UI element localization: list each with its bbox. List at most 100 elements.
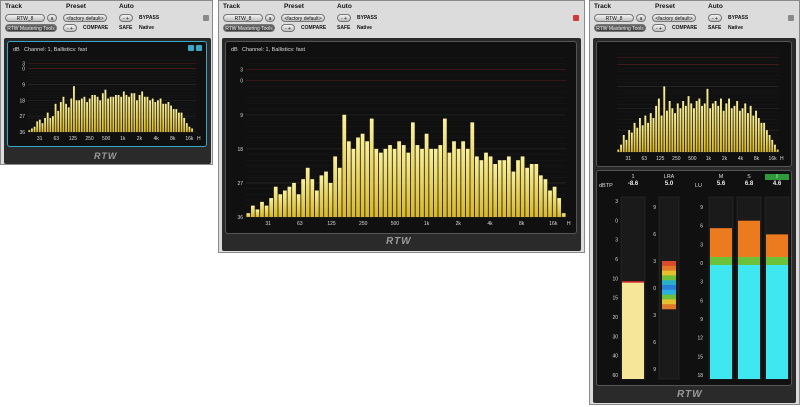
spectrum-bar: [314, 190, 319, 217]
plugin-body: 3 0 9 18 27 36 31 63 125 250 500 1k 2k 4k 8k 16k HdB Chan…: [4, 38, 211, 164]
track-label: Track: [594, 3, 611, 10]
spectrum-bar: [273, 186, 278, 217]
spectrum-bar: [525, 167, 530, 217]
x-tick-label: 250: [85, 136, 94, 142]
lra-range-segment: [662, 289, 676, 295]
peak-scale-label: 3: [615, 199, 618, 205]
spectrum-bar: [452, 141, 456, 217]
spectrum-bar: [733, 105, 736, 152]
spectrum-bar: [328, 182, 333, 217]
window-menu-icon[interactable]: [203, 15, 209, 21]
spectrum-bar: [628, 130, 631, 152]
spectrum-bar: [636, 127, 639, 152]
lra-scale-label: 0: [653, 286, 656, 292]
plugin-name-selector[interactable]: RTW Mastering Tools: [5, 24, 57, 32]
track-suffix-button[interactable]: a: [47, 14, 57, 22]
spectrum-bar: [374, 148, 379, 217]
spectrum-bar: [301, 179, 306, 217]
preset-label: Preset: [66, 3, 86, 10]
plugin-header: Track Preset Auto RTW_8 a <factory defau…: [219, 1, 584, 35]
spectrum-bar: [159, 98, 162, 132]
plugin-name-selector[interactable]: RTW Mastering Tools: [223, 24, 275, 32]
spectrum-bar: [442, 118, 447, 217]
compare-stepper[interactable]: - +: [281, 24, 295, 32]
x-tick-label: 500: [688, 156, 697, 162]
preset-stepper[interactable]: - +: [708, 14, 722, 22]
lu-scale-label: 6: [700, 224, 703, 230]
native-button[interactable]: Native: [357, 25, 372, 31]
lu-scale-label: 15: [697, 354, 703, 360]
loudness-target-fill: [710, 257, 732, 265]
track-selector[interactable]: RTW_8: [594, 14, 634, 22]
spectrum-bar: [125, 95, 128, 132]
compare-button[interactable]: COMPARE: [672, 25, 697, 31]
spectrum-bar: [674, 113, 676, 152]
spectrum-bar: [755, 110, 757, 152]
x-tick-label: 4k: [738, 156, 744, 162]
window-menu-icon[interactable]: [573, 15, 579, 21]
preset-selector[interactable]: <factory default>: [652, 14, 696, 22]
preset-stepper[interactable]: - +: [337, 14, 351, 22]
window-menu-icon[interactable]: [788, 15, 794, 21]
y-tick-label: 27: [19, 114, 25, 120]
native-button[interactable]: Native: [728, 25, 743, 31]
compare-stepper[interactable]: - +: [63, 24, 77, 32]
spectrum-bar: [520, 156, 525, 217]
compare-button[interactable]: COMPARE: [301, 25, 326, 31]
spectrum-bar: [383, 148, 388, 217]
x-tick-label: 1k: [706, 156, 712, 162]
auto-label: Auto: [708, 3, 723, 10]
peak-scale-label: 30: [612, 334, 618, 340]
x-tick-label: 63: [53, 136, 59, 142]
compare-button[interactable]: COMPARE: [83, 25, 108, 31]
spectrum-bar: [170, 105, 172, 132]
track-suffix-button[interactable]: a: [265, 14, 275, 22]
peak-scale-label: 20: [612, 315, 618, 321]
x-tick-label: 8k: [754, 156, 760, 162]
loudness-unit: LU: [695, 183, 703, 189]
loudness-over-fill: [738, 220, 760, 257]
loudness-under-fill: [766, 265, 788, 379]
spectrum-frame: 31 63 125 250 500 1k 2k 4k 8k 16k H: [596, 41, 792, 167]
y-tick-label: 36: [237, 215, 243, 221]
spectrum-bar: [679, 108, 682, 152]
spectrum-bar: [264, 205, 269, 217]
compare-stepper[interactable]: - +: [652, 24, 666, 32]
track-selector[interactable]: RTW_8: [5, 14, 45, 22]
bypass-button[interactable]: BYPASS: [139, 15, 159, 21]
safe-button[interactable]: SAFE: [708, 25, 721, 31]
spectrum-bar: [52, 116, 54, 132]
spectrum-bar: [180, 112, 183, 132]
preset-label: Preset: [284, 3, 304, 10]
y-tick-label: 27: [237, 181, 243, 187]
safe-button[interactable]: SAFE: [337, 25, 350, 31]
preset-selector[interactable]: <factory default>: [63, 14, 107, 22]
x-tick-label: 500: [391, 221, 400, 227]
spectrum-bar: [296, 194, 301, 217]
lra-range-segment: [662, 304, 676, 310]
track-selector[interactable]: RTW_8: [223, 14, 263, 22]
spectrum-bar: [101, 93, 104, 132]
lra-scale-label: 9: [653, 367, 656, 373]
peak-scale-label: 60: [612, 373, 618, 379]
bypass-button[interactable]: BYPASS: [728, 15, 748, 21]
preset-selector[interactable]: <factory default>: [281, 14, 325, 22]
spectrum-bar: [305, 167, 310, 217]
settings-icon[interactable]: [188, 45, 194, 51]
spectrum-chart-3: 31 63 125 250 500 1k 2k 4k 8k 16k H: [617, 49, 784, 162]
bypass-button[interactable]: BYPASS: [357, 15, 377, 21]
lra-range-segment: [662, 285, 676, 291]
spectrum-bar: [744, 103, 747, 152]
safe-button[interactable]: SAFE: [119, 25, 132, 31]
native-button[interactable]: Native: [139, 25, 154, 31]
spectrum-bar: [67, 107, 70, 132]
spectrum-chart-1: 30918273631 63 125 250 500 1k 2k 4k 8k 16k HdB Chan…: [13, 47, 201, 142]
track-suffix-button[interactable]: a: [636, 14, 646, 22]
lra-scale-label: 3: [653, 313, 656, 319]
spectrum-bar: [474, 156, 479, 217]
spectrum-bar: [250, 205, 255, 217]
close-view-icon[interactable]: [196, 45, 202, 51]
spectrum-bar: [717, 105, 720, 152]
preset-stepper[interactable]: - +: [119, 14, 133, 22]
plugin-name-selector[interactable]: RTW Mastering Tools: [594, 24, 646, 32]
